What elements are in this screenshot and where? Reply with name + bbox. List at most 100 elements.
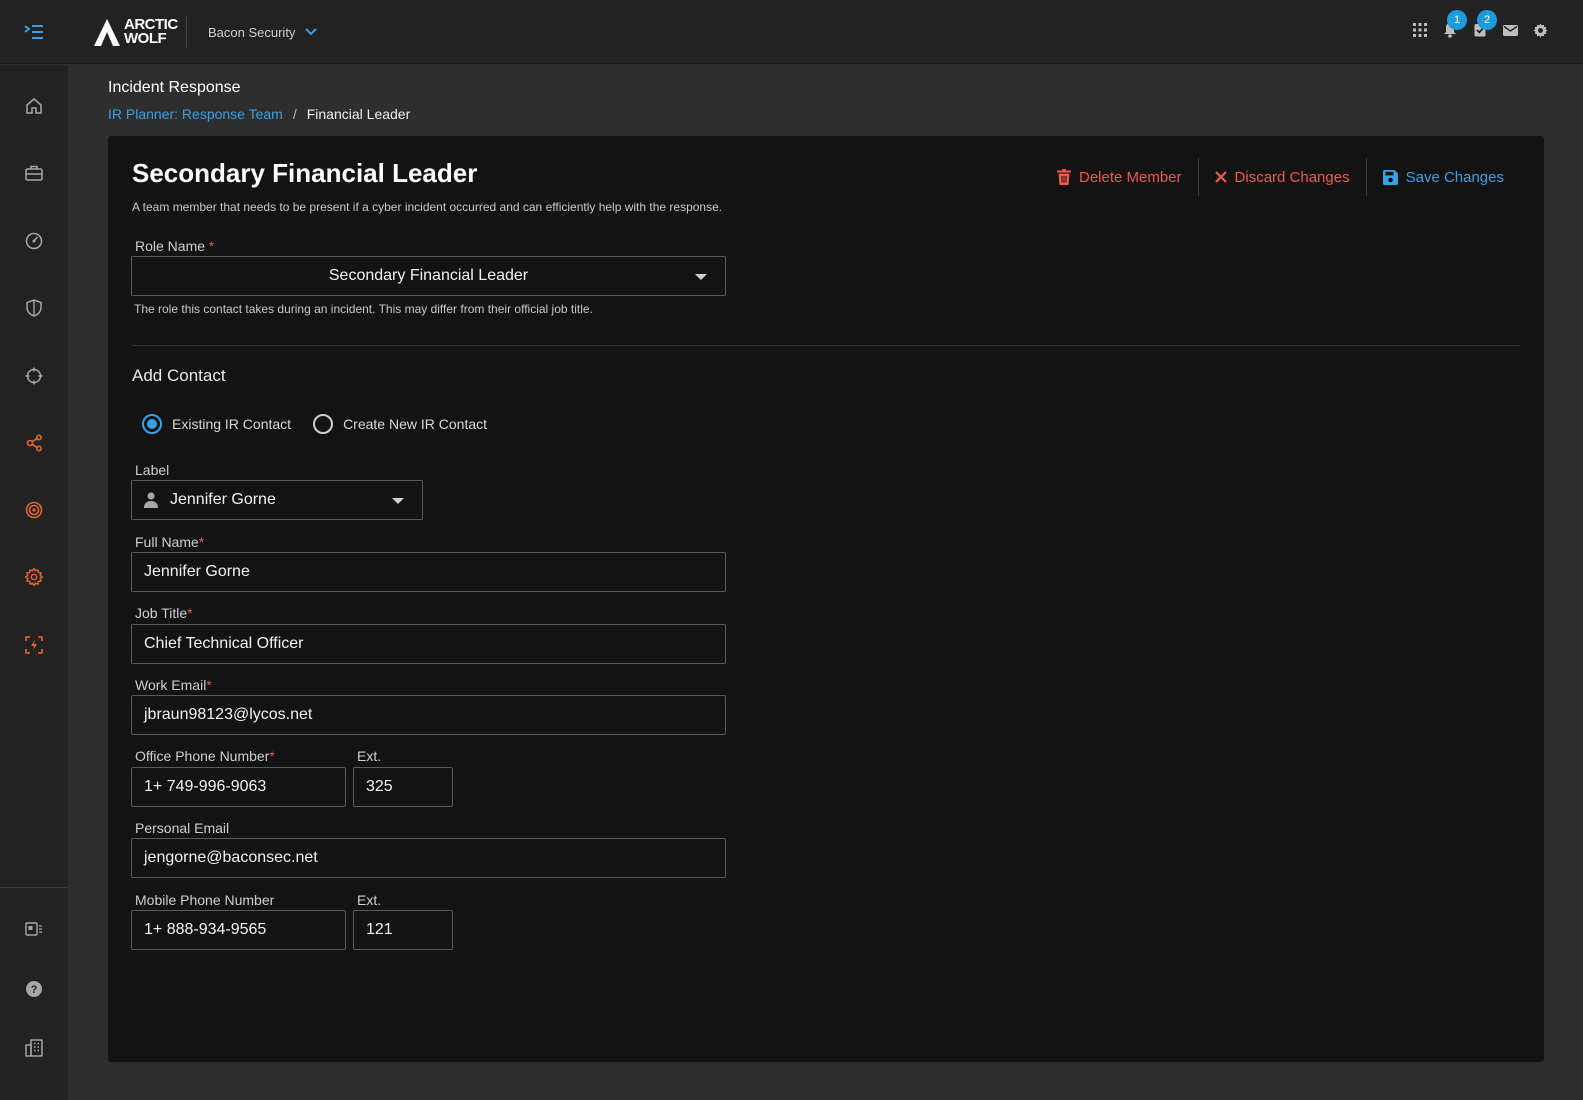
apps-button[interactable] (1411, 20, 1429, 40)
header-icons: 1 2 (1411, 10, 1549, 40)
gauge-icon (25, 232, 43, 250)
personal-email-label: Personal Email (135, 820, 230, 836)
caret-down-icon (392, 498, 404, 504)
messages-button[interactable] (1501, 20, 1519, 40)
personal-email-field[interactable]: jengorne@baconsec.net (131, 838, 726, 878)
mail-icon (1502, 24, 1518, 36)
sidebar-item-dashboard[interactable] (0, 221, 68, 261)
personal-email-value: jengorne@baconsec.net (144, 849, 318, 866)
radio-existing-contact[interactable]: Existing IR Contact (142, 414, 291, 434)
office-phone-value: 1+ 749-996-9063 (144, 778, 267, 795)
radio-unselected-icon (313, 414, 334, 434)
trash-icon (1056, 169, 1071, 185)
breadcrumb-separator: / (292, 106, 297, 122)
sidebar-item-ir-planner[interactable] (0, 423, 68, 463)
form-actions: Delete Member Discard Changes Save Chang… (1041, 158, 1520, 196)
save-changes-label: Save Changes (1405, 168, 1504, 186)
header-divider (186, 16, 187, 48)
breadcrumb: IR Planner: Response Team / Financial Le… (108, 106, 410, 122)
briefcase-icon (25, 165, 43, 181)
work-email-label-text: Work Email (135, 677, 207, 693)
sidebar-item-home[interactable] (0, 86, 68, 126)
office-ext-value: 325 (366, 778, 393, 795)
building-icon (25, 1039, 43, 1057)
mobile-ext-label: Ext. (357, 892, 382, 908)
office-phone-label-text: Office Phone Number (135, 748, 270, 764)
tasks-badge: 2 (1477, 10, 1497, 30)
role-name-label: Role Name * (135, 238, 214, 254)
full-name-field[interactable]: Jennifer Gorne (131, 552, 726, 592)
shield-icon (26, 299, 42, 317)
job-title-label: Job Title* (135, 605, 193, 621)
apps-grid-icon (1413, 23, 1427, 37)
notifications-button[interactable]: 1 (1441, 10, 1467, 40)
sidebar-item-account[interactable] (0, 909, 68, 949)
sidebar-item-detection[interactable] (0, 356, 68, 396)
role-name-helper: The role this contact takes during an in… (134, 302, 593, 316)
person-icon (144, 492, 158, 508)
mobile-phone-field[interactable]: 1+ 888-934-9565 (131, 910, 346, 950)
radar-icon (25, 501, 43, 519)
save-changes-button[interactable]: Save Changes (1367, 158, 1520, 196)
logo-text: ARCTIC WOLF (124, 17, 178, 46)
breadcrumb-current: Financial Leader (306, 106, 411, 122)
menu-toggle-icon (24, 25, 43, 39)
radio-new-label: Create New IR Contact (343, 416, 488, 432)
delete-member-button[interactable]: Delete Member (1041, 158, 1198, 196)
radio-existing-label: Existing IR Contact (172, 416, 292, 432)
delete-member-label: Delete Member (1078, 168, 1182, 186)
required-marker: * (206, 677, 212, 693)
sidebar-item-organizations[interactable] (0, 1028, 68, 1068)
add-contact-heading: Add Contact (132, 366, 226, 385)
radio-new-contact[interactable]: Create New IR Contact (313, 414, 487, 434)
label-select-value: Jennifer Gorne (170, 491, 276, 508)
notifications-badge: 1 (1447, 10, 1467, 30)
caret-down-icon (695, 274, 707, 280)
sidebar-item-security[interactable] (0, 288, 68, 328)
tasks-button[interactable]: 2 (1471, 10, 1497, 40)
svg-text:?: ? (31, 984, 38, 996)
sidebar-divider (0, 887, 68, 888)
gear-icon (25, 568, 43, 586)
section-divider (132, 345, 1520, 346)
role-name-select[interactable]: Secondary Financial Leader (131, 256, 726, 296)
sidebar-item-incident[interactable] (0, 625, 68, 665)
member-title: Secondary Financial Leader (132, 158, 478, 188)
discard-changes-button[interactable]: Discard Changes (1199, 158, 1366, 196)
required-marker: * (208, 238, 215, 254)
page-title: Incident Response (108, 79, 241, 96)
work-email-label: Work Email* (135, 677, 212, 693)
office-phone-label: Office Phone Number* (135, 748, 275, 764)
radio-selected-icon (142, 414, 162, 434)
role-name-label-text: Role Name (135, 238, 206, 254)
office-ext-field[interactable]: 325 (353, 767, 453, 807)
breadcrumb-link-response-team[interactable]: IR Planner: Response Team (108, 106, 283, 122)
sidebar-item-help[interactable]: ? (0, 969, 68, 1009)
sidebar-item-configuration[interactable] (0, 557, 68, 597)
work-email-value: jbraun98123@lycos.net (144, 706, 313, 723)
full-name-label-text: Full Name (135, 534, 199, 550)
member-form-card: Secondary Financial Leader A team member… (108, 136, 1544, 1062)
mobile-ext-value: 121 (366, 921, 393, 938)
job-title-field[interactable]: Chief Technical Officer (131, 624, 726, 664)
org-name: Bacon Security (208, 24, 296, 40)
office-phone-field[interactable]: 1+ 749-996-9063 (131, 767, 346, 807)
settings-button[interactable] (1531, 20, 1549, 40)
discard-changes-label: Discard Changes (1234, 168, 1350, 186)
arctic-wolf-logo[interactable]: ARCTIC WOLF (92, 16, 178, 48)
menu-toggle-button[interactable] (0, 0, 68, 64)
mobile-phone-value: 1+ 888-934-9565 (144, 921, 267, 938)
full-name-value: Jennifer Gorne (144, 563, 250, 580)
sidebar-item-services[interactable] (0, 153, 68, 193)
label-select[interactable]: Jennifer Gorne (131, 480, 423, 520)
work-email-field[interactable]: jbraun98123@lycos.net (131, 695, 726, 735)
org-switcher[interactable]: Bacon Security (208, 22, 318, 42)
network-icon (26, 434, 43, 452)
job-title-label-text: Job Title (135, 605, 188, 621)
job-title-value: Chief Technical Officer (144, 635, 304, 652)
sidebar-item-risk[interactable] (0, 490, 68, 530)
logo-mark-icon (94, 19, 120, 46)
mobile-ext-field[interactable]: 121 (353, 910, 453, 950)
role-name-value: Secondary Financial Leader (328, 267, 529, 284)
id-card-icon (25, 922, 42, 936)
